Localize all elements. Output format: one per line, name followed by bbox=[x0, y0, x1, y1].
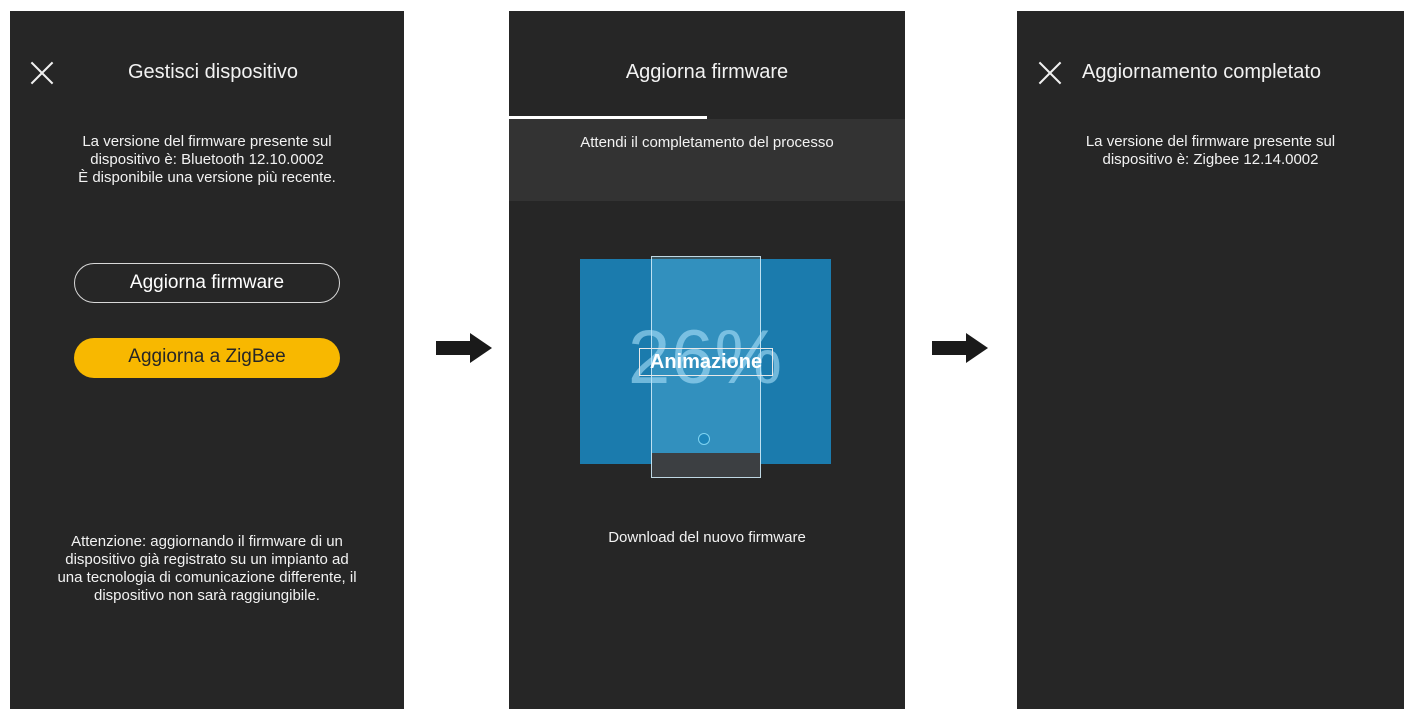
download-message: Download del nuovo firmware bbox=[608, 529, 806, 546]
screen-title: Aggiorna firmware bbox=[625, 61, 789, 83]
device-base bbox=[652, 453, 760, 477]
firmware-version-info: La versione del firmware presente sul di… bbox=[30, 133, 384, 187]
screen-update-firmware: Aggiorna firmware Attendi il completamen… bbox=[509, 11, 905, 709]
warning-line: dispositivo non sarà raggiungibile. bbox=[94, 587, 320, 604]
screen-title: Aggiornamento completato bbox=[1082, 61, 1322, 83]
info-line: È disponibile una versione più recente. bbox=[78, 169, 336, 186]
device-button-icon bbox=[698, 433, 710, 445]
update-to-zigbee-button[interactable]: Aggiorna a ZigBee bbox=[74, 338, 340, 378]
update-firmware-button[interactable]: Aggiorna firmware bbox=[74, 263, 340, 303]
warning-line: Attenzione: aggiornando il firmware di u… bbox=[71, 533, 343, 550]
warning-message: Attenzione: aggiornando il firmware di u… bbox=[24, 533, 390, 605]
firmware-version-info: La versione del firmware presente sul di… bbox=[1037, 133, 1384, 169]
screen-update-completed: Aggiornamento completato La versione del… bbox=[1017, 11, 1404, 709]
info-line: dispositivo è: Bluetooth 12.10.0002 bbox=[90, 151, 324, 168]
arrow-right-icon bbox=[932, 333, 990, 363]
info-line: dispositivo è: Zigbee 12.14.0002 bbox=[1102, 151, 1319, 168]
wait-message: Attendi il completamento del processo bbox=[580, 134, 834, 151]
info-line: La versione del firmware presente sul bbox=[82, 133, 332, 150]
animation-label: Animazione bbox=[639, 348, 773, 376]
status-banner: Attendi il completamento del processo bbox=[509, 119, 905, 201]
close-icon[interactable] bbox=[1037, 60, 1063, 86]
screen-title: Gestisci dispositivo bbox=[127, 61, 299, 83]
arrow-right-icon bbox=[436, 333, 494, 363]
warning-line: dispositivo già registrato su un impiant… bbox=[65, 551, 349, 568]
info-line: La versione del firmware presente sul bbox=[1085, 133, 1336, 150]
screen-manage-device: Gestisci dispositivo La versione del fir… bbox=[10, 11, 404, 709]
warning-line: una tecnologia di comunicazione differen… bbox=[57, 569, 357, 586]
